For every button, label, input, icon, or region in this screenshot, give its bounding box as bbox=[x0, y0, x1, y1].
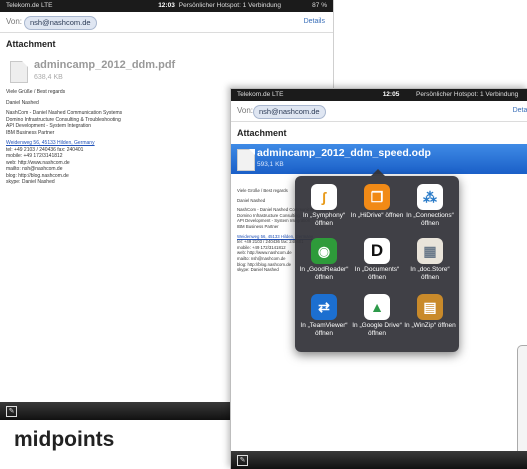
open-in-symphony[interactable]: ʃ In „Symphony“ öffnen bbox=[297, 184, 351, 228]
app-label: In „doc.Store“ öffnen bbox=[410, 266, 450, 281]
company-line: IBM Business Partner bbox=[237, 223, 279, 229]
app-label: In „TeamViewer“ öffnen bbox=[300, 322, 348, 337]
web-line[interactable]: web: http://www.nashcom.de bbox=[237, 250, 292, 255]
company-line: API Development - System Integration bbox=[6, 123, 92, 129]
mobile-line[interactable]: mobile: +49 172/3141812 bbox=[237, 245, 286, 250]
attachment-size: 593,1 KB bbox=[257, 161, 284, 168]
app-label: In „Symphony“ öffnen bbox=[302, 212, 346, 227]
attachment-pdf[interactable]: admincamp_2012_ddm.pdf 638,4 KB bbox=[0, 55, 333, 89]
app-label: In „Documents“ öffnen bbox=[354, 266, 400, 281]
winzip-icon: ▤ bbox=[417, 294, 443, 320]
details-link[interactable]: Details bbox=[304, 12, 325, 32]
open-in-documents[interactable]: D In „Documents“ öffnen bbox=[350, 238, 404, 282]
compose-icon[interactable]: ✎ bbox=[237, 455, 248, 466]
mobile-line[interactable]: mobile: +49 172/3141812 bbox=[6, 153, 63, 159]
docstore-icon: ▦ bbox=[417, 238, 443, 264]
from-label: Von: bbox=[237, 106, 254, 115]
app-label: In „Google Drive“ öffnen bbox=[352, 322, 402, 337]
app-label: In „WinZip“ öffnen bbox=[404, 322, 456, 329]
tel-line[interactable]: tel: +49 2103 / 240436 fax: 240401 bbox=[6, 147, 83, 153]
caption-text: midpoints bbox=[14, 428, 115, 451]
carrier-label: Telekom.de LTE bbox=[237, 91, 284, 98]
address-link[interactable]: Weidenweg 56, 45133 Hilden, Germany bbox=[6, 140, 95, 146]
blog-line[interactable]: blog: http://blog.nashcom.de bbox=[6, 173, 69, 179]
open-in-connections[interactable]: ⁂ In „Connections“ öffnen bbox=[403, 184, 457, 228]
hidrive-icon: ❐ bbox=[364, 184, 390, 210]
tel-line[interactable]: tel: +49 2103 / 240436 fax: 240401 bbox=[237, 239, 304, 244]
sender-chip[interactable]: nsh@nashcom.de bbox=[253, 105, 326, 119]
connections-icon: ⁂ bbox=[417, 184, 443, 210]
carrier-label: Telekom.de LTE bbox=[6, 2, 53, 9]
sender-chip[interactable]: nsh@nashcom.de bbox=[24, 16, 97, 30]
open-in-teamviewer[interactable]: ⇄ In „TeamViewer“ öffnen bbox=[297, 294, 351, 338]
battery-indicator: 87 % bbox=[312, 2, 327, 9]
app-label: In „HiDrive“ öffnen bbox=[350, 212, 404, 219]
symphony-icon: ʃ bbox=[311, 184, 337, 210]
clock: 12:05 bbox=[382, 91, 400, 98]
open-in-goodreader[interactable]: ◉ In „GoodReader“ öffnen bbox=[297, 238, 351, 282]
from-row: Von: nsh@nashcom.de Details bbox=[0, 12, 333, 33]
googledrive-icon: ▲ bbox=[364, 294, 390, 320]
app-label: In „GoodReader“ öffnen bbox=[299, 266, 349, 281]
open-in-googledrive[interactable]: ▲ In „Google Drive“ öffnen bbox=[350, 294, 404, 338]
bottom-toolbar: ✎ bbox=[231, 451, 527, 469]
status-bar: Telekom.de LTE 12:03 Persönlicher Hotspo… bbox=[0, 0, 333, 12]
goodreader-icon: ◉ bbox=[311, 238, 337, 264]
app-label: In „Connections“ öffnen bbox=[406, 212, 454, 227]
web-line[interactable]: web: http://www.nashcom.de bbox=[6, 160, 70, 166]
open-in-hidrive[interactable]: ❐ In „HiDrive“ öffnen bbox=[350, 184, 404, 220]
hotspot-status: Persönlicher Hotspot: 1 Verbindung bbox=[178, 2, 281, 9]
skype-line: skype: Daniel Nashed bbox=[237, 267, 279, 273]
open-in-popover: ʃ In „Symphony“ öffnen ❐ In „HiDrive“ öf… bbox=[295, 169, 459, 352]
from-row: Von: nsh@nashcom.de Details bbox=[231, 101, 527, 122]
attachment-size: 638,4 KB bbox=[34, 74, 63, 81]
company-line: Domino Infrastructure Consulting & Troub… bbox=[6, 116, 121, 123]
company-line: NashCom - Daniel Nashed Communication Sy… bbox=[6, 110, 123, 116]
hotspot-status: Persönlicher Hotspot: 1 Verbindung bbox=[416, 91, 519, 98]
from-label: Von: bbox=[6, 17, 23, 26]
blog-line[interactable]: blog: http://blog.nashcom.de bbox=[237, 262, 291, 267]
details-link[interactable]: Details bbox=[513, 101, 527, 121]
skype-line: skype: Daniel Nashed bbox=[6, 179, 55, 185]
teamviewer-icon: ⇄ bbox=[311, 294, 337, 320]
mailto-line[interactable]: mailto: nsh@nashcom.de bbox=[6, 166, 63, 172]
clock: 12:03 bbox=[158, 2, 175, 9]
compose-icon[interactable]: ✎ bbox=[6, 406, 17, 417]
company-line: IBM Business Partner bbox=[6, 129, 55, 136]
attachment-title: Attachment bbox=[237, 128, 287, 138]
attachment-name: admincamp_2012_ddm.pdf bbox=[34, 59, 176, 71]
odp-file-icon bbox=[237, 149, 255, 171]
mail-screen-odp: Telekom.de LTE 12:05 Persönlicher Hotspo… bbox=[230, 88, 527, 469]
open-in-winzip[interactable]: ▤ In „WinZip“ öffnen bbox=[403, 294, 457, 330]
pdf-file-icon bbox=[10, 61, 28, 83]
mailto-line[interactable]: mailto: nsh@nashcom.de bbox=[237, 256, 286, 261]
open-in-docstore[interactable]: ▦ In „doc.Store“ öffnen bbox=[403, 238, 457, 282]
status-bar: Telekom.de LTE 12:05 Persönlicher Hotspo… bbox=[231, 89, 527, 101]
attachment-name: admincamp_2012_ddm_speed.odp bbox=[257, 147, 431, 159]
attachment-title: Attachment bbox=[6, 39, 56, 49]
documents-icon: D bbox=[364, 238, 390, 264]
